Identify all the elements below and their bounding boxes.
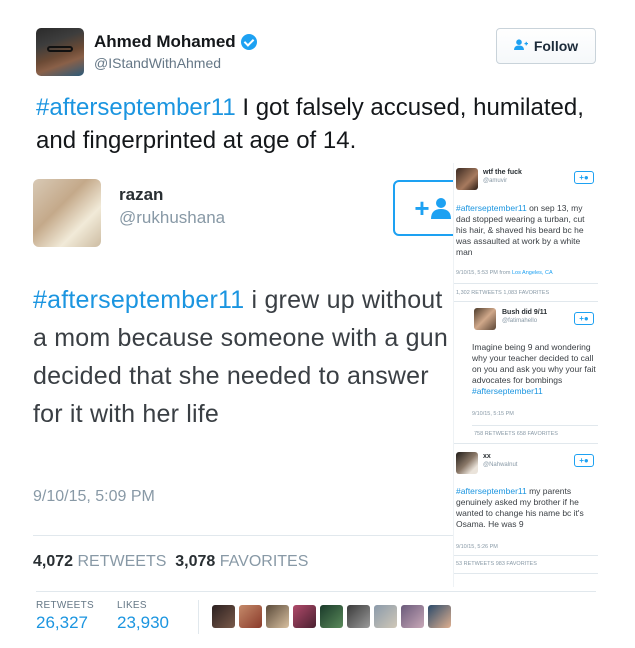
embedded-side-follow-icon: +●	[574, 312, 594, 325]
liker-avatar[interactable]	[266, 605, 289, 628]
embedded-side-handle: @Nahwalnut	[483, 462, 518, 468]
embedded-side-text: #afterseptember11 on sep 13, my dad stop…	[456, 203, 596, 258]
liker-avatar[interactable]	[347, 605, 370, 628]
likes-label: LIKES	[117, 600, 147, 611]
embedded-side-name: xx	[483, 453, 491, 460]
embedded-side-avatar	[456, 452, 478, 474]
embedded-side-text: #afterseptember11 my parents genuinely a…	[456, 486, 596, 530]
embedded-side-location: Los Angeles, CA	[511, 270, 553, 276]
embedded-side-name: Bush did 9/11	[502, 309, 548, 316]
embedded-side-stats: 1,302 RETWEETS 1,083 FAVORITES	[456, 290, 550, 296]
embedded-stats: 4,072 RETWEETS 3,078 FAVORITES	[33, 553, 308, 571]
embedded-side-handle: @fatimahello	[502, 318, 538, 324]
embedded-side-hashtag: #afterseptember11	[472, 386, 543, 396]
embedded-side-hashtag: #afterseptember11	[456, 203, 527, 213]
likes-stat[interactable]: LIKES 23,930	[117, 600, 169, 633]
author-name-row: Ahmed Mohamed	[94, 32, 257, 52]
embedded-side-time: 9/10/15, 5:53 PM from Los Angeles, CA	[456, 270, 553, 276]
tweet-header: Ahmed Mohamed @IStandWithAhmed Follow	[36, 28, 596, 78]
embedded-side-text: Imagine being 9 and wondering why your t…	[472, 342, 598, 397]
divider	[454, 555, 598, 556]
liker-avatar[interactable]	[212, 605, 235, 628]
divider	[454, 573, 598, 574]
follow-label: Follow	[533, 38, 579, 54]
follow-button[interactable]: Follow	[496, 28, 596, 64]
retweets-label: RETWEETS	[36, 600, 94, 611]
retweets-stat[interactable]: RETWEETS 26,327	[36, 600, 94, 633]
embedded-retweets-label: RETWEETS	[77, 553, 167, 570]
verified-badge-icon	[240, 34, 257, 50]
embedded-avatar	[33, 179, 101, 247]
liker-avatar[interactable]	[401, 605, 424, 628]
divider	[472, 425, 598, 426]
divider	[454, 283, 598, 284]
divider	[33, 535, 453, 536]
embedded-hashtag: #afterseptember11	[33, 286, 245, 314]
embedded-favorites-label: FAVORITES	[219, 553, 309, 570]
embedded-name: razan	[119, 185, 164, 204]
embedded-tweet-column: wtf the fuck @amuvir +● #afterseptember1…	[453, 163, 598, 587]
liker-avatar[interactable]	[239, 605, 262, 628]
retweets-count[interactable]: 26,327	[36, 613, 94, 633]
embedded-side-avatar	[474, 308, 496, 330]
embedded-side-avatar	[456, 168, 478, 190]
divider	[36, 591, 596, 592]
embedded-tweet-main: razan @rukhushana + #afterseptember11 i …	[33, 163, 473, 587]
liker-avatar[interactable]	[320, 605, 343, 628]
embedded-text: #afterseptember11 i grew up without a mo…	[33, 281, 453, 433]
divider	[454, 301, 598, 302]
embedded-side-hashtag: #afterseptember11	[456, 486, 527, 496]
add-user-icon	[513, 38, 528, 54]
embedded-side-time-text: 9/10/15, 5:53 PM from	[456, 270, 512, 276]
embedded-side-tweet: wtf the fuck @amuvir +● #afterseptember1…	[454, 165, 598, 293]
embedded-side-handle: @amuvir	[483, 178, 508, 184]
embedded-retweets: 4,072	[33, 553, 74, 570]
embedded-side-time: 9/10/15, 5:26 PM	[456, 544, 498, 550]
divider	[454, 443, 598, 444]
embedded-side-stats: 53 RETWEETS 983 FAVORITES	[456, 561, 537, 567]
attached-image[interactable]: razan @rukhushana + #afterseptember11 i …	[33, 163, 598, 587]
liker-avatar[interactable]	[293, 605, 316, 628]
embedded-side-follow-icon: +●	[574, 171, 594, 184]
embedded-handle: @rukhushana	[119, 208, 226, 227]
embedded-side-name: wtf the fuck	[483, 169, 522, 176]
liker-avatars	[212, 605, 455, 628]
likes-count[interactable]: 23,930	[117, 613, 169, 633]
embedded-time: 9/10/15, 5:09 PM	[33, 488, 155, 505]
embedded-side-tweet: xx @Nahwalnut +● #afterseptember11 my pa…	[454, 448, 598, 587]
embedded-side-body: Imagine being 9 and wondering why your t…	[472, 342, 596, 385]
liker-avatar[interactable]	[374, 605, 397, 628]
embedded-favorites: 3,078	[175, 553, 216, 570]
hashtag-link[interactable]: #afterseptember11	[36, 94, 236, 121]
author-name[interactable]: Ahmed Mohamed	[94, 32, 236, 52]
avatar[interactable]	[36, 28, 84, 76]
embedded-side-time: 9/10/15, 5:15 PM	[472, 411, 514, 417]
liker-avatar[interactable]	[428, 605, 451, 628]
divider	[198, 600, 199, 634]
embedded-side-follow-icon: +●	[574, 454, 594, 467]
embedded-side-stats: 758 RETWEETS 658 FAVORITES	[474, 431, 558, 437]
tweet-text: #afterseptember11 I got falsely accused,…	[36, 91, 606, 157]
author-handle[interactable]: @IStandWithAhmed	[94, 55, 221, 71]
